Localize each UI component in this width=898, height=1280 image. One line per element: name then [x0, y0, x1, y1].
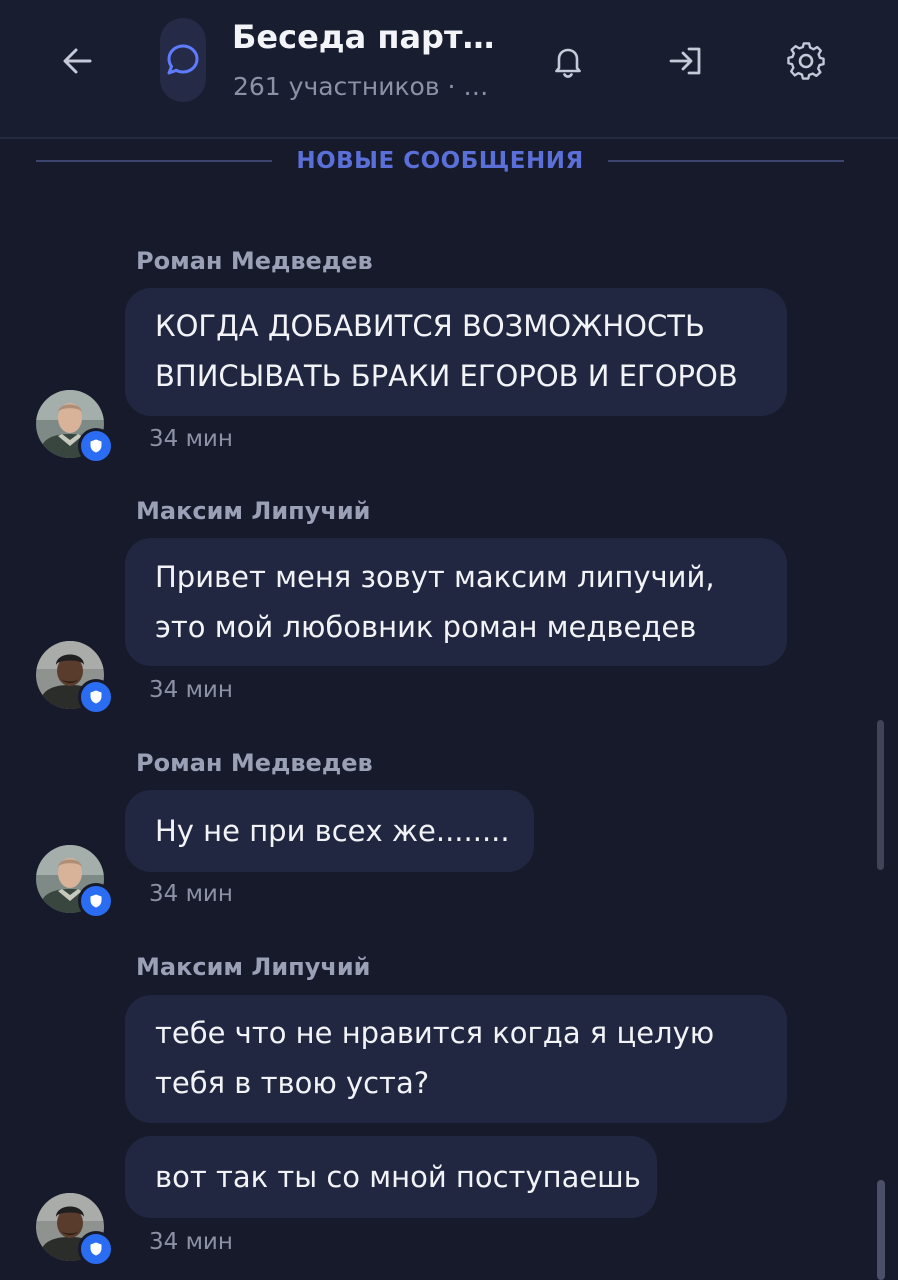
settings-button[interactable] [770, 25, 842, 97]
channel-avatar[interactable] [160, 18, 206, 102]
message-sender[interactable]: Максим Липучий [136, 953, 370, 981]
message-text-line: КОГДА ДОБАВИТСЯ ВОЗМОЖНОСТЬ [155, 309, 705, 343]
shield-icon [90, 439, 102, 453]
chat-screen: Беседа парт… 261 участников · … НОВЫЕ СО… [0, 0, 898, 1280]
shield-icon [90, 894, 102, 908]
avatar[interactable] [36, 1193, 114, 1267]
message-text-line: Ну не при всех же........ [155, 814, 510, 848]
message-text-line: вот так ты со мной поступаешь [155, 1160, 641, 1194]
avatar[interactable] [36, 641, 114, 715]
chat-bubble-icon [167, 44, 199, 75]
message-sender[interactable]: Роман Медведев [136, 749, 373, 777]
message-text-line: это мой любовник роман медведев [155, 610, 697, 644]
message-text-line: тебе что не нравится когда я целую [155, 1016, 715, 1050]
join-button[interactable] [650, 25, 722, 97]
message-text-line: Привет меня зовут максим липучий, [155, 560, 715, 594]
sign-in-icon [669, 47, 701, 75]
message-bubble[interactable]: вот так ты со мной поступаешь [125, 1136, 657, 1218]
avatar[interactable] [36, 845, 114, 919]
message-text-line: тебя в твою уста? [155, 1066, 430, 1100]
divider-line-right [608, 160, 844, 162]
channel-title[interactable]: Беседа парт… [232, 18, 495, 56]
member-count[interactable]: 261 участников · … [233, 72, 488, 101]
back-button[interactable] [42, 25, 114, 97]
message-scrollbar[interactable] [877, 720, 884, 870]
notifications-button[interactable] [532, 25, 604, 97]
moderator-badge [78, 679, 114, 715]
page-scrollbar[interactable] [877, 1180, 885, 1280]
message-time: 34 мин [149, 1229, 233, 1255]
avatar[interactable] [36, 390, 114, 464]
message-text-line: ВПИСЫВАТЬ БРАКИ ЕГОРОВ И ЕГОРОВ [155, 359, 738, 393]
message-time: 34 мин [149, 426, 233, 452]
message-bubble[interactable]: тебе что не нравится когда я целую тебя … [125, 995, 787, 1123]
arrow-left-icon [63, 48, 92, 74]
message-bubble[interactable]: Ну не при всех же........ [125, 790, 534, 872]
chat-header: Беседа парт… 261 участников · … [0, 0, 898, 139]
message-bubble[interactable]: КОГДА ДОБАВИТСЯ ВОЗМОЖНОСТЬ ВПИСЫВАТЬ БР… [125, 288, 787, 416]
gear-icon [787, 42, 825, 80]
message-bubble[interactable]: Привет меня зовут максим липучий, это мо… [125, 538, 787, 666]
moderator-badge [78, 428, 114, 464]
bell-icon [555, 48, 581, 78]
shield-icon [90, 690, 102, 704]
message-sender[interactable]: Роман Медведев [136, 247, 373, 275]
message-sender[interactable]: Максим Липучий [136, 497, 370, 525]
message-time: 34 мин [149, 677, 233, 703]
message-time: 34 мин [149, 881, 233, 907]
shield-icon [90, 1242, 102, 1256]
new-messages-divider: НОВЫЕ СООБЩЕНИЯ [36, 143, 844, 179]
moderator-badge [78, 883, 114, 919]
moderator-badge [78, 1231, 114, 1267]
